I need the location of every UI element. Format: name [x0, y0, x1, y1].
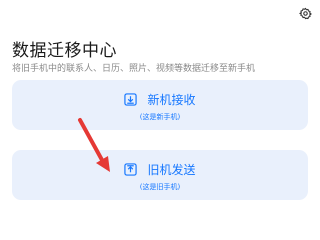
page-subtitle: 将旧手机中的联系人、日历、照片、视频等数据迁移至新手机: [12, 64, 256, 74]
send-card-note: (这是旧手机): [139, 183, 181, 191]
send-card-label: 旧机发送: [147, 163, 196, 177]
receive-card-note: (这是新手机): [139, 113, 181, 121]
receive-card-content: 新机接收: [12, 91, 308, 108]
receive-card-label: 新机接收: [147, 93, 196, 107]
settings-button[interactable]: [298, 7, 312, 21]
page-title: 数据迁移中心: [12, 41, 117, 61]
send-card-button[interactable]: 旧机发送 (这是旧手机): [12, 150, 308, 200]
send-card-content: 旧机发送: [12, 161, 308, 178]
upload-icon: [124, 163, 138, 176]
receive-card-button[interactable]: 新机接收 (这是新手机): [12, 80, 308, 130]
download-icon: [124, 93, 138, 106]
gear-icon: [298, 5, 312, 24]
